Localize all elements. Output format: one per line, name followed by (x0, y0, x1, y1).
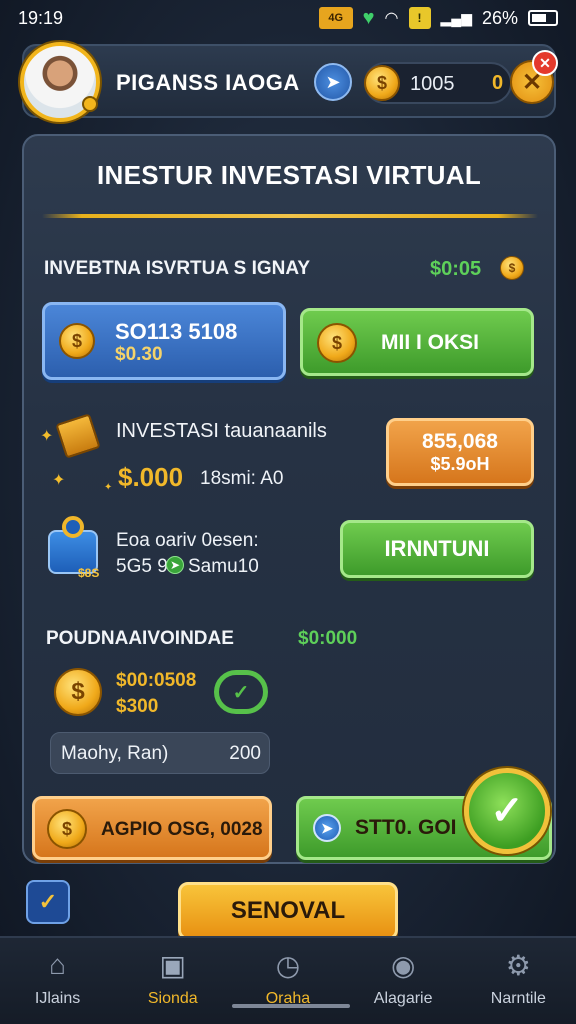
nav-item-chart[interactable]: ▣ Sionda (118, 946, 228, 1008)
home-indicator (232, 1004, 350, 1008)
check-badge-icon[interactable]: ✓ (464, 768, 550, 854)
amount-input[interactable]: Maohy, Ran) 200 (50, 732, 270, 774)
invest-amount-button[interactable]: $ SO113 5108 $0.30 (42, 302, 286, 380)
withdraw-button[interactable]: IRNNTUNI (340, 520, 534, 578)
recycle-icon: ✓ (214, 670, 268, 714)
row1-label: INVEBTNA ISVRTUA S IGNAY (44, 258, 311, 279)
deposit-button[interactable]: $ AGPIO OSG, 0028 (32, 796, 272, 860)
currency-pill[interactable]: $ 1005 0 (364, 62, 512, 104)
notification-icon: ! (408, 7, 431, 29)
compass-icon: ➤ (313, 814, 341, 842)
status-bar: 19:19 4G ♥ ◠ ! ▂▄▆ 26% (0, 0, 576, 36)
amount-input-label: Maohy, Ran) (61, 743, 169, 764)
nav-item-target[interactable]: ◉ Alagarie (348, 946, 458, 1008)
close-icon[interactable]: ✕ (532, 50, 558, 76)
wallet-icon: $8S (48, 516, 99, 580)
network-badge-icon: 4G (318, 7, 353, 29)
nav-item-settings[interactable]: ⚙ Narntile (463, 946, 573, 1008)
avatar[interactable] (20, 42, 100, 122)
shield-icon: ♥ (362, 6, 375, 29)
invest-action-label: MII I OKSI (381, 331, 480, 354)
avatar-status-icon (82, 96, 98, 112)
row2-amount: $.000 (118, 462, 184, 492)
deposit-label: AGPIO OSG, 0028 (101, 819, 263, 840)
secondary-amount: 0 (492, 72, 504, 94)
nav-label: Sionda (147, 990, 198, 1007)
sparkle-icon: ✦ (104, 482, 113, 493)
investment-value-button[interactable]: 855,068 $5.9oH (386, 418, 534, 486)
investment-panel: INESTUR INVESTASI VIRTUAL INVEBTNA ISVRT… (22, 134, 556, 864)
target-icon: ◉ (390, 949, 416, 981)
confirm-label: STT0. GOI (355, 816, 457, 839)
treasure-crate-icon (55, 413, 101, 459)
section-label: POUDNAAIVOINDAE (46, 628, 234, 649)
coin-icon: $ (364, 65, 400, 101)
row2-sub: 18smi: A0 (200, 468, 284, 489)
panel-title: INESTUR INVESTASI VIRTUAL (96, 160, 482, 190)
battery-percent: 26% (481, 7, 518, 28)
invest-action-button[interactable]: $ MII I OKSI (300, 308, 534, 376)
coin-badge-icon: $ (47, 809, 87, 849)
sparkle-icon: ✦ (40, 428, 54, 445)
player-header: PIGANSS IAOGA ➤ $ 1005 0 ✕ ✕ (20, 42, 558, 122)
coin-icon: $ (54, 668, 102, 716)
status-icons: 4G ♥ ◠ ! ▂▄▆ 26% (318, 6, 558, 30)
wifi-icon: ◠ (384, 10, 399, 27)
nav-label: Alagarie (373, 990, 433, 1007)
signal-icon: ▂▄▆ (440, 9, 472, 26)
investment-value-sub: $5.9oH (430, 453, 490, 474)
chart-icon: ▣ (159, 949, 187, 981)
row1-value: $0:05 (430, 258, 482, 280)
withdraw-label: IRNNTUNI (384, 536, 490, 561)
nav-label: IJlains (34, 990, 81, 1007)
clock-icon: ◷ (275, 949, 301, 981)
section-coin-line1: $00:0508 (116, 670, 197, 691)
nav-item-home[interactable]: ⌂ IJlains (3, 946, 113, 1008)
section-value: $0:000 (298, 628, 358, 649)
player-name: PIGANSS IAOGA (116, 70, 300, 95)
row2-label: INVESTASI tauanaanils (116, 420, 327, 442)
investment-value-main: 855,068 (422, 429, 498, 453)
invest-amount-main: SO113 5108 (115, 319, 238, 344)
invest-amount-sub: $0.30 (115, 344, 163, 366)
compass-icon[interactable]: ➤ (314, 63, 352, 101)
amount-input-value: 200 (229, 743, 261, 764)
wallet-tag: $8S (78, 566, 100, 580)
row3-line3: Samu10 (188, 556, 259, 577)
gear-icon: ⚙ (505, 949, 531, 981)
arrow-icon: ➤ (166, 556, 184, 574)
status-time: 19:19 (18, 7, 64, 28)
nav-item-clock[interactable]: ◷ Oraha (233, 946, 343, 1008)
nav-label: Narntile (490, 990, 546, 1007)
sparkle-icon: ✦ (52, 472, 66, 489)
bottom-nav: ⌂ IJlains ▣ Sionda ◷ Oraha ◉ Alagarie ⚙ … (0, 936, 576, 1024)
checkbox-icon[interactable]: ✓ (26, 880, 70, 924)
coin-amount: 1005 (410, 73, 455, 95)
row3-line2: 5G5 9 (116, 556, 168, 577)
coin-icon: $ (59, 323, 95, 359)
primary-cta-label: SENOVAL (230, 897, 346, 924)
battery-icon (528, 10, 558, 26)
coin-icon: $ (500, 256, 524, 280)
primary-cta-button[interactable]: SENOVAL (178, 882, 398, 940)
row3-line1: Eoa oariv 0esen: (116, 530, 259, 551)
section-coin-line2: $300 (116, 696, 159, 717)
coin-badge-icon: $ (317, 323, 357, 363)
title-divider (42, 214, 538, 218)
home-icon: ⌂ (49, 949, 67, 980)
